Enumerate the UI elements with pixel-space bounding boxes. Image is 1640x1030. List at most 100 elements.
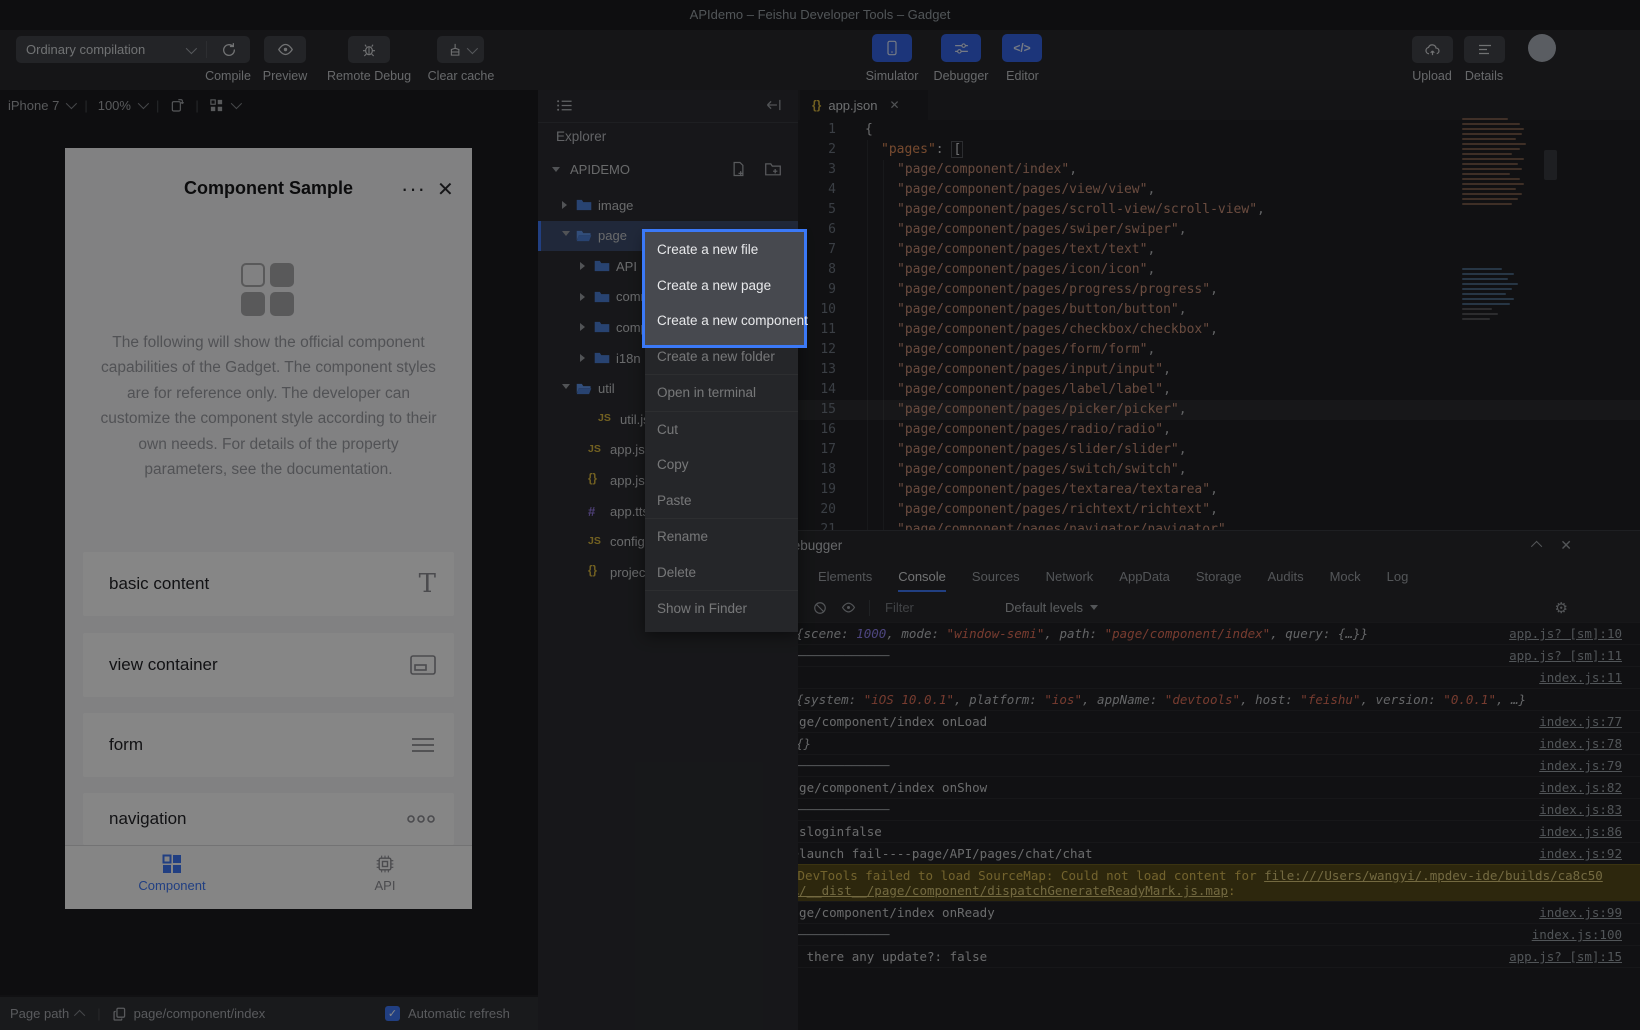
log-levels-select[interactable]: Default levels bbox=[1005, 600, 1098, 615]
editor-toggle-button[interactable]: </> bbox=[1002, 34, 1042, 62]
source-link[interactable]: index.js:11 bbox=[1539, 670, 1622, 685]
tab-audits[interactable]: Audits bbox=[1267, 559, 1303, 593]
compile-mode-select[interactable]: Ordinary compilation bbox=[16, 42, 206, 57]
more-icon[interactable]: ··· bbox=[401, 176, 426, 202]
tab-network[interactable]: Network bbox=[1046, 559, 1094, 593]
source-link[interactable]: index.js:86 bbox=[1539, 824, 1622, 839]
sourcemap-link[interactable]: file:///Users/wangyi/.mpdev-ide/builds/c… bbox=[784, 868, 1603, 898]
source-link[interactable]: app.js? [sm]:15 bbox=[1509, 949, 1622, 964]
menu-item-create-a-new-component[interactable]: Create a new component bbox=[645, 303, 804, 339]
source-link[interactable]: index.js:100 bbox=[1532, 927, 1622, 942]
bug-icon bbox=[361, 42, 377, 58]
upload-button[interactable] bbox=[1412, 36, 1453, 63]
new-folder-icon[interactable] bbox=[765, 162, 781, 176]
close-panel-icon[interactable]: ✕ bbox=[1560, 537, 1572, 554]
list-item-navigation[interactable]: navigation bbox=[83, 793, 454, 845]
minimap-line bbox=[1462, 123, 1520, 125]
menu-item-open-in-terminal[interactable]: Open in terminal bbox=[645, 374, 798, 411]
eye-icon[interactable] bbox=[841, 601, 856, 614]
js-file-icon: JS bbox=[598, 412, 611, 424]
tab-log[interactable]: Log bbox=[1387, 559, 1409, 593]
phone-description: The following will show the official com… bbox=[99, 330, 438, 482]
layout-grid-button[interactable] bbox=[209, 98, 239, 113]
page-path-toggle[interactable]: Page path bbox=[10, 1006, 85, 1021]
tab-console[interactable]: Console bbox=[898, 559, 946, 593]
console-row-warn: ⚠DevTools failed to load SourceMap: Coul… bbox=[770, 864, 1640, 901]
minimap-line bbox=[1462, 283, 1518, 285]
source-link[interactable]: index.js:92 bbox=[1539, 846, 1622, 861]
menu-item-rename[interactable]: Rename bbox=[645, 518, 798, 555]
rotate-device-button[interactable] bbox=[169, 97, 185, 113]
tab-storage[interactable]: Storage bbox=[1196, 559, 1242, 593]
minimap-line bbox=[1462, 178, 1520, 180]
preview-button[interactable] bbox=[264, 36, 306, 63]
close-icon[interactable]: ✕ bbox=[437, 177, 454, 202]
debugger-tabbar: Elements Console Sources Network AppData… bbox=[770, 559, 1640, 593]
tab-api[interactable]: API bbox=[325, 854, 445, 893]
clear-cache-button[interactable] bbox=[437, 36, 484, 63]
compile-button[interactable] bbox=[207, 42, 250, 58]
minimap-line bbox=[1462, 268, 1502, 270]
collapse-panel-icon[interactable] bbox=[1531, 541, 1542, 552]
file-list-icon[interactable] bbox=[556, 98, 573, 113]
menu-item-create-a-new-file[interactable]: Create a new file bbox=[645, 232, 804, 268]
editor-scrollbar-thumb[interactable] bbox=[1544, 150, 1557, 180]
app-window: APIdemo – Feishu Developer Tools – Gadge… bbox=[0, 0, 1640, 1030]
source-link[interactable]: index.js:99 bbox=[1539, 905, 1622, 920]
tab-label: Component bbox=[138, 878, 205, 893]
avatar[interactable] bbox=[1528, 34, 1556, 62]
new-file-icon[interactable] bbox=[731, 161, 746, 177]
minimap-line bbox=[1462, 118, 1508, 120]
compile-mode-value: Ordinary compilation bbox=[26, 42, 145, 57]
tab-appdata[interactable]: AppData bbox=[1119, 559, 1170, 593]
details-button[interactable] bbox=[1464, 36, 1505, 63]
tab-component[interactable]: Component bbox=[112, 854, 232, 893]
menu-item-cut[interactable]: Cut bbox=[645, 411, 798, 448]
folder-icon bbox=[594, 320, 610, 334]
divider: | bbox=[156, 98, 159, 113]
source-link[interactable]: app.js? [sm]:11 bbox=[1509, 648, 1622, 663]
source-link[interactable]: index.js:82 bbox=[1539, 780, 1622, 795]
clear-console-button[interactable] bbox=[813, 601, 827, 615]
menu-item-show-in-finder[interactable]: Show in Finder bbox=[645, 590, 798, 627]
tab-elements[interactable]: Elements bbox=[818, 559, 872, 593]
window-title: APIdemo – Feishu Developer Tools – Gadge… bbox=[0, 0, 1640, 30]
source-link[interactable]: index.js:79 bbox=[1539, 758, 1622, 773]
simulator-toggle-button[interactable] bbox=[872, 34, 912, 62]
eye-icon bbox=[277, 41, 294, 58]
tab-label: API bbox=[375, 878, 396, 893]
simulator-statusbar: Page path | page/component/index ✓ Autom… bbox=[0, 997, 538, 1030]
menu-item-create-a-new-page[interactable]: Create a new page bbox=[645, 268, 804, 304]
collapse-sidebar-icon[interactable] bbox=[766, 98, 782, 112]
menu-item-copy[interactable]: Copy bbox=[645, 447, 798, 483]
editor-tab-appjson[interactable]: {} app.json ✕ bbox=[800, 90, 928, 120]
minimap-line bbox=[1462, 143, 1526, 145]
console-row-log: is there any update?: falseapp.js? [sm]:… bbox=[770, 945, 1640, 967]
remote-debug-button[interactable] bbox=[348, 36, 390, 63]
list-item-basic-content[interactable]: basic content T bbox=[83, 552, 454, 616]
tab-mock[interactable]: Mock bbox=[1330, 559, 1361, 593]
tab-sources[interactable]: Sources bbox=[972, 559, 1020, 593]
list-item-view-container[interactable]: view container bbox=[83, 633, 454, 697]
list-item-form[interactable]: form bbox=[83, 713, 454, 777]
source-link[interactable]: index.js:83 bbox=[1539, 802, 1622, 817]
close-icon[interactable]: ✕ bbox=[890, 98, 900, 112]
source-link[interactable]: index.js:78 bbox=[1539, 736, 1622, 751]
debugger-toggle-button[interactable] bbox=[941, 34, 981, 62]
divider bbox=[538, 122, 798, 123]
tree-item-label: image bbox=[598, 198, 633, 213]
device-select[interactable]: iPhone 7 bbox=[8, 98, 74, 113]
menu-item-paste[interactable]: Paste bbox=[645, 483, 798, 519]
source-link[interactable]: index.js:77 bbox=[1539, 714, 1622, 729]
copy-icon[interactable] bbox=[113, 1007, 126, 1021]
menu-item-delete[interactable]: Delete bbox=[645, 555, 798, 591]
project-root-row[interactable]: APIDEMO bbox=[538, 154, 798, 184]
page-path-label: Page path bbox=[10, 1006, 69, 1021]
zoom-select[interactable]: 100% bbox=[98, 98, 146, 113]
source-link[interactable]: app.js? [sm]:10 bbox=[1509, 626, 1622, 641]
list-item-label: form bbox=[109, 735, 143, 755]
minimap[interactable] bbox=[1462, 118, 1536, 398]
auto-refresh-toggle[interactable]: ✓ Automatic refresh bbox=[385, 1006, 510, 1021]
tree-item-image[interactable]: image bbox=[538, 190, 798, 220]
settings-gear-icon[interactable]: ⚙ bbox=[1555, 599, 1568, 617]
